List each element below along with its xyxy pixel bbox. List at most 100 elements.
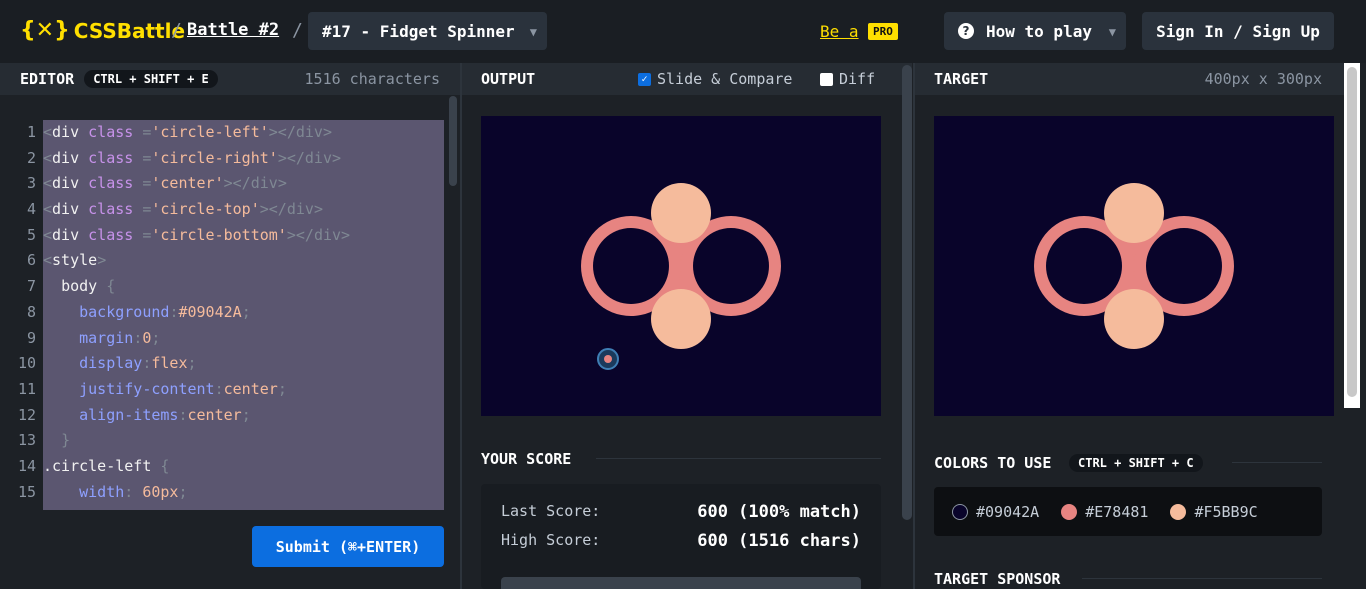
code-line: body { (61, 277, 116, 296)
panel-divider[interactable] (460, 63, 462, 589)
editor-title: EDITOR (20, 70, 75, 88)
chevron-down-icon: ▼ (529, 25, 537, 39)
code-line: <div class ='circle-right'></div> (43, 148, 342, 167)
high-score-label: High Score: (501, 531, 601, 549)
question-icon: ? (958, 23, 974, 39)
color-hex: #09042A (976, 502, 1040, 521)
level-select-dropdown[interactable]: #17 - Fidget Spinner ▼ (308, 12, 547, 50)
color-swatch-icon (1170, 503, 1187, 520)
pro-badge[interactable]: PRO (868, 23, 898, 40)
target-panel-header: TARGET 400px x 300px (915, 63, 1344, 95)
line-number: 1 (26, 123, 36, 141)
color-swatch-icon (952, 503, 968, 520)
score-box: Last Score: 600 (100% match) High Score:… (481, 484, 881, 589)
code-line: } (61, 431, 71, 450)
code-line: <div class ='center'></div> (43, 174, 287, 193)
page-scrollbar[interactable] (1344, 63, 1360, 408)
color-hex: #E78481 (1085, 502, 1149, 521)
diff-toggle[interactable]: Diff (820, 70, 875, 88)
output-panel-header: OUTPUT ✓ Slide & Compare Diff (462, 63, 912, 95)
high-score-value: 600 (1516 chars) (697, 531, 861, 551)
line-number: 13 (17, 431, 36, 450)
line-number: 10 (17, 354, 36, 373)
line-number: 15 (17, 482, 36, 501)
how-to-play-label: How to play (986, 21, 1092, 41)
checkbox-checked-icon[interactable]: ✓ (638, 72, 651, 86)
target-render (1034, 183, 1234, 349)
line-number: 4 (26, 200, 36, 219)
code-content[interactable]: <div class ='circle-left'></div> <div cl… (43, 120, 444, 510)
editor-shortcut-badge: CTRL + SHIFT + E (84, 70, 218, 88)
high-score-row: High Score: 600 (1516 chars) (501, 531, 861, 551)
line-number: 12 (17, 405, 36, 424)
line-number: 2 (26, 148, 36, 167)
diff-label: Diff (839, 70, 876, 88)
colors-shortcut-badge: CTRL + SHIFT + C (1069, 454, 1203, 472)
line-number: 7 (26, 277, 36, 296)
divider (1232, 462, 1322, 463)
checkbox-unchecked-icon[interactable] (820, 72, 833, 86)
logo-text: CSSBattle (73, 18, 186, 43)
last-score-label: Last Score: (501, 502, 601, 520)
code-line: <div class ='circle-top'></div> (43, 200, 323, 219)
code-line: display:flex; (79, 354, 197, 373)
panel-divider[interactable] (913, 63, 915, 589)
page-scrollbar-thumb[interactable] (1347, 67, 1357, 397)
last-score-value: 600 (100% match) (697, 502, 861, 522)
logo-braces-icon: {✕} (20, 18, 70, 43)
level-select-value: #17 - Fidget Spinner (322, 21, 515, 41)
line-number: 9 (26, 328, 36, 347)
code-line: <style> (43, 251, 107, 270)
slide-compare-label: Slide & Compare (657, 70, 793, 88)
line-number: 8 (26, 302, 36, 321)
colors-to-use-title: COLORS TO USE (934, 454, 1052, 472)
be-a-pro-link[interactable]: Be a (820, 22, 859, 41)
output-title: OUTPUT (481, 70, 536, 88)
slide-compare-toggle[interactable]: ✓ Slide & Compare (638, 70, 792, 88)
code-line: .circle-left { (43, 456, 170, 475)
divider (1082, 578, 1322, 579)
code-line: width: 60px; (79, 482, 188, 501)
line-number: 3 (26, 174, 36, 193)
score-action-button[interactable] (501, 577, 861, 589)
color-hex: #F5BB9C (1194, 502, 1258, 521)
color-chip[interactable]: #F5BB9C (1170, 502, 1258, 521)
sign-in-label: Sign In / Sign Up (1156, 21, 1320, 41)
editor-panel-header: EDITOR CTRL + SHIFT + E 1516 characters (0, 63, 460, 95)
line-number: 5 (26, 225, 36, 244)
color-palette: #09042A #E78481 #F5BB9C (934, 487, 1322, 536)
code-line: background:#09042A; (79, 302, 251, 321)
line-number: 14 (17, 456, 36, 475)
breadcrumb-separator: / (292, 20, 303, 41)
color-chip[interactable]: #09042A (952, 503, 1039, 521)
editor-scrollbar[interactable] (449, 96, 457, 186)
output-canvas[interactable] (481, 116, 881, 416)
divider (596, 458, 881, 459)
code-line: justify-content:center; (79, 379, 287, 398)
sign-in-button[interactable]: Sign In / Sign Up (1142, 12, 1334, 50)
line-number-gutter: 1 2 3 4 5 6 7 8 9 10 11 12 13 14 15 (0, 120, 42, 505)
line-number: 6 (26, 251, 36, 270)
color-swatch-icon (1061, 503, 1078, 520)
how-to-play-button[interactable]: ? How to play ▼ (944, 12, 1126, 50)
target-canvas[interactable] (934, 116, 1334, 416)
target-sponsor-title: TARGET SPONSOR (934, 570, 1061, 588)
last-score-row: Last Score: 600 (100% match) (501, 502, 861, 522)
battle-link[interactable]: Battle #2 (187, 20, 279, 40)
color-chip[interactable]: #E78481 (1061, 503, 1148, 521)
code-line: align-items:center; (79, 405, 251, 424)
output-render (581, 183, 781, 370)
code-line: margin:0; (79, 328, 161, 347)
code-line: <div class ='circle-bottom'></div> (43, 225, 351, 244)
target-size: 400px x 300px (1204, 70, 1322, 88)
character-count: 1516 characters (304, 70, 440, 88)
chevron-down-icon: ▼ (1108, 25, 1116, 39)
top-header: {✕} CSSBattle / Battle #2 / #17 - Fidget… (0, 0, 1366, 63)
submit-button[interactable]: Submit (⌘+ENTER) (252, 526, 444, 567)
cssbattle-logo[interactable]: {✕} CSSBattle (20, 18, 185, 43)
line-number: 11 (17, 379, 36, 398)
output-scrollbar[interactable] (902, 65, 912, 520)
target-title: TARGET (934, 70, 989, 88)
breadcrumb-separator: / (171, 20, 182, 41)
code-line: <div class ='circle-left'></div> (43, 123, 332, 141)
